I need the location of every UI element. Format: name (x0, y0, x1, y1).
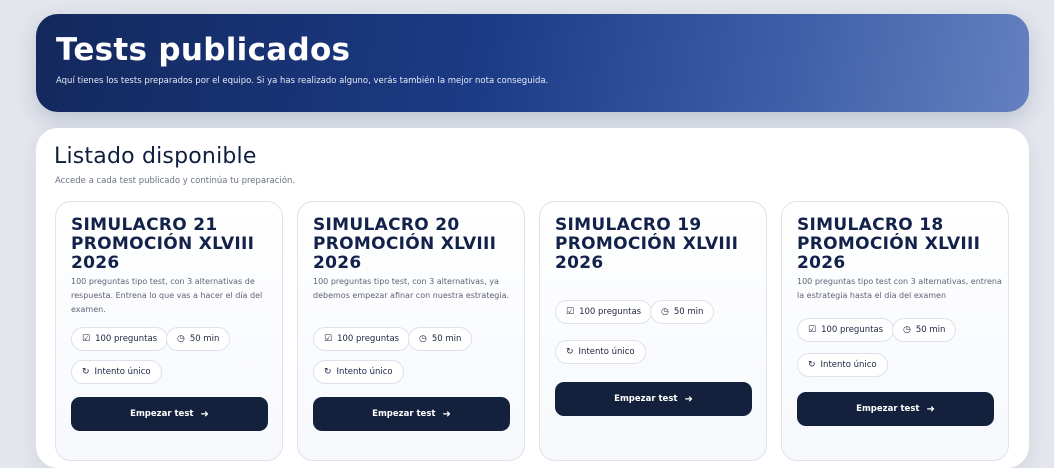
test-description: 100 preguntas tipo test con 3 alternativ… (797, 277, 1002, 300)
start-test-button[interactable]: Empezar test ➜ (555, 382, 752, 416)
page-subtitle: Aquí tienes los tests preparados por el … (56, 76, 549, 86)
section-subtitle: Accede a cada test publicado y continúa … (55, 176, 296, 186)
questions-badge: ☑ 100 preguntas (555, 300, 653, 324)
page-title: Tests publicados (56, 32, 351, 68)
test-card: SIMULACRO 19 PROMOCIÓN XLVIII 2026 ☑ 100… (539, 201, 767, 461)
start-test-button[interactable]: Empezar test ➜ (71, 397, 268, 431)
attempt-badge: ↻ Intento único (71, 360, 162, 384)
test-description: 100 preguntas tipo test, con 3 alternati… (313, 277, 510, 300)
duration-badge: ◷ 50 min (166, 327, 231, 351)
questions-badge: ☑ 100 preguntas (71, 327, 169, 351)
checkbox-icon: ☑ (808, 325, 817, 335)
test-title: SIMULACRO 19 PROMOCIÓN XLVIII 2026 (555, 215, 739, 273)
refresh-icon: ↻ (324, 367, 332, 377)
duration-badge: ◷ 50 min (650, 300, 715, 324)
test-description: 100 preguntas tipo test, con 3 alternati… (71, 277, 263, 314)
test-title: SIMULACRO 18 PROMOCIÓN XLVIII 2026 (797, 215, 981, 273)
clock-icon: ◷ (419, 334, 427, 344)
questions-badge: ☑ 100 preguntas (313, 327, 411, 351)
test-title: SIMULACRO 20 PROMOCIÓN XLVIII 2026 (313, 215, 497, 273)
questions-badge: ☑ 100 preguntas (797, 318, 895, 342)
attempt-badge: ↻ Intento único (797, 353, 888, 377)
duration-badge: ◷ 50 min (892, 318, 957, 342)
start-test-button[interactable]: Empezar test ➜ (313, 397, 510, 431)
attempt-badge: ↻ Intento único (555, 340, 646, 364)
checkbox-icon: ☑ (82, 334, 91, 344)
start-test-button[interactable]: Empezar test ➜ (797, 392, 994, 426)
section-title: Listado disponible (54, 144, 257, 169)
arrow-right-icon: ➜ (442, 408, 451, 420)
arrow-right-icon: ➜ (926, 403, 935, 415)
clock-icon: ◷ (661, 307, 669, 317)
checkbox-icon: ☑ (324, 334, 333, 344)
attempt-badge: ↻ Intento único (313, 360, 404, 384)
test-title: SIMULACRO 21 PROMOCIÓN XLVIII 2026 (71, 215, 255, 273)
test-card: SIMULACRO 20 PROMOCIÓN XLVIII 2026 100 p… (297, 201, 525, 461)
clock-icon: ◷ (903, 325, 911, 335)
test-card: SIMULACRO 18 PROMOCIÓN XLVIII 2026 100 p… (781, 201, 1009, 461)
arrow-right-icon: ➜ (684, 393, 693, 405)
refresh-icon: ↻ (808, 360, 816, 370)
test-card: SIMULACRO 21 PROMOCIÓN XLVIII 2026 100 p… (55, 201, 283, 461)
page-header: Tests publicados Aquí tienes los tests p… (36, 14, 1029, 112)
refresh-icon: ↻ (566, 347, 574, 357)
duration-badge: ◷ 50 min (408, 327, 473, 351)
arrow-right-icon: ➜ (200, 408, 209, 420)
checkbox-icon: ☑ (566, 307, 575, 317)
clock-icon: ◷ (177, 334, 185, 344)
refresh-icon: ↻ (82, 367, 90, 377)
